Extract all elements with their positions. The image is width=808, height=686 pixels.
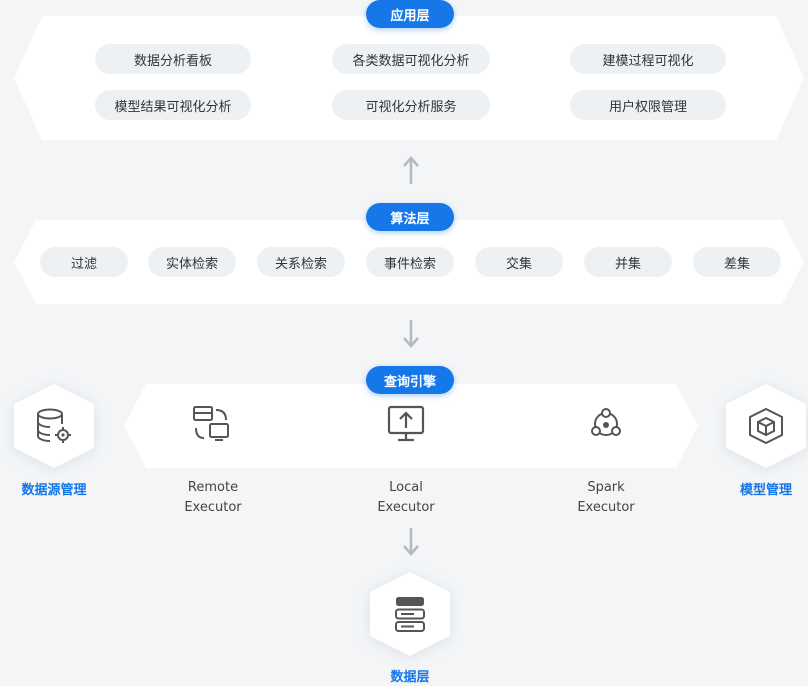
app-item-data-visualization[interactable]: 各类数据可视化分析 <box>332 44 490 74</box>
spark-executor-icon <box>591 408 621 436</box>
app-item-model-result-analysis[interactable]: 模型结果可视化分析 <box>95 90 251 120</box>
arrow-down-icon <box>403 320 419 348</box>
alg-item-intersection[interactable]: 交集 <box>475 247 563 277</box>
remote-executor-label: Remote Executor <box>184 480 242 515</box>
model-node[interactable] <box>726 384 806 468</box>
server-stack-icon <box>395 597 425 632</box>
alg-item-entity-search[interactable]: 实体检索 <box>148 247 236 277</box>
local-executor-label: Local Executor <box>377 480 435 515</box>
datasource-node[interactable] <box>14 384 94 468</box>
app-item-dashboard[interactable]: 数据分析看板 <box>95 44 251 74</box>
algorithm-layer-badge: 算法层 <box>366 203 454 231</box>
alg-item-filter[interactable]: 过滤 <box>40 247 128 277</box>
app-item-user-permission[interactable]: 用户权限管理 <box>570 90 726 120</box>
alg-item-relation-search[interactable]: 关系检索 <box>257 247 345 277</box>
database-settings-icon <box>37 408 71 443</box>
spark-executor-label: Spark Executor <box>577 480 635 515</box>
local-executor-icon <box>387 405 425 442</box>
arrow-down-icon <box>403 528 419 556</box>
remote-executor-icon <box>193 406 229 441</box>
app-item-modeling-visualization[interactable]: 建模过程可视化 <box>570 44 726 74</box>
arrow-up-icon <box>403 156 419 184</box>
application-layer-badge: 应用层 <box>366 0 454 28</box>
alg-item-difference[interactable]: 差集 <box>693 247 781 277</box>
app-item-visualization-service[interactable]: 可视化分析服务 <box>332 90 490 120</box>
data-layer-node[interactable] <box>370 572 450 656</box>
cube-icon <box>749 407 783 445</box>
alg-item-event-search[interactable]: 事件检索 <box>366 247 454 277</box>
datasource-label: 数据源管理 <box>21 483 87 498</box>
query-engine-badge: 查询引擎 <box>366 366 454 394</box>
alg-item-union[interactable]: 并集 <box>584 247 672 277</box>
application-layer-panel <box>14 16 804 140</box>
data-layer-label: 数据层 <box>390 670 430 685</box>
model-label: 模型管理 <box>739 483 792 498</box>
